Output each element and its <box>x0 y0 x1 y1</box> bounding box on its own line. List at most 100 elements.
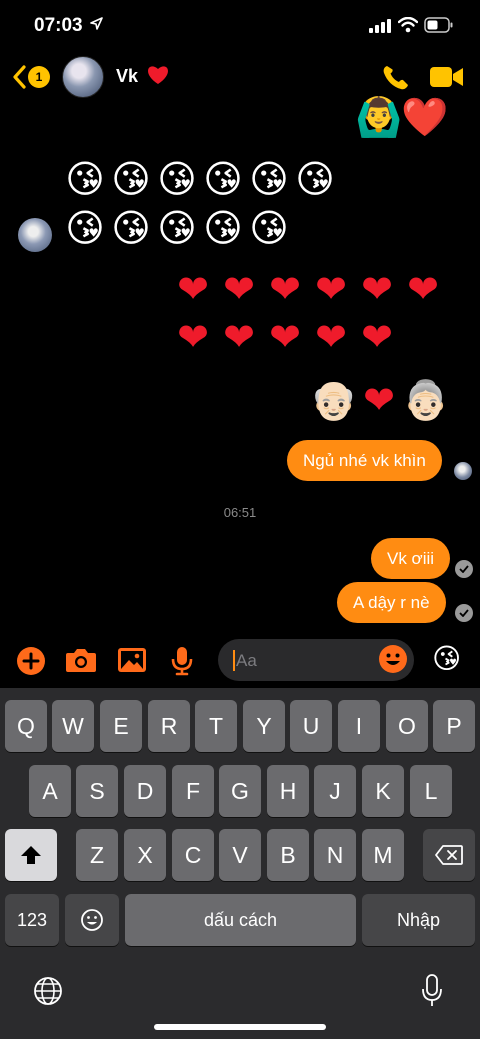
numbers-key[interactable]: 123 <box>5 894 59 946</box>
emoji-heart: ❤ <box>223 267 255 311</box>
unread-badge: 1 <box>28 66 50 88</box>
key-c[interactable]: C <box>172 829 214 881</box>
dictation-mic-icon[interactable] <box>421 974 443 1013</box>
emoji-kiss: 😘 <box>111 157 151 201</box>
message-input-placeholder: Aa <box>236 651 257 670</box>
contact-avatar[interactable] <box>62 56 104 98</box>
key-f[interactable]: F <box>172 765 214 817</box>
seen-avatar <box>454 462 472 480</box>
key-g[interactable]: G <box>219 765 261 817</box>
key-x[interactable]: X <box>124 829 166 881</box>
emoji-heart: ❤ <box>269 267 301 311</box>
key-k[interactable]: K <box>362 765 404 817</box>
chevron-left-icon <box>13 65 26 89</box>
quick-reaction-button[interactable]: 😘 <box>432 642 461 675</box>
message-emoji-row[interactable]: 😘 😘 😘 😘 😘 <box>62 206 292 250</box>
key-m[interactable]: M <box>362 829 404 881</box>
status-bar: 07:03 <box>0 0 480 52</box>
home-indicator <box>154 1024 326 1030</box>
delete-key[interactable] <box>423 829 475 881</box>
emoji-heart: ❤ <box>177 267 209 311</box>
key-n[interactable]: N <box>314 829 356 881</box>
emoji-key[interactable] <box>65 894 119 946</box>
key-d[interactable]: D <box>124 765 166 817</box>
key-s[interactable]: S <box>76 765 118 817</box>
message-composer: Aa 😘 <box>0 636 480 688</box>
emoji-picker-icon[interactable] <box>378 644 408 679</box>
key-q[interactable]: Q <box>5 700 47 752</box>
emoji-kiss: 😘 <box>157 206 197 250</box>
message-emoji-row[interactable]: ❤ ❤ ❤ ❤ ❤ ❤ <box>170 267 446 311</box>
key-v[interactable]: V <box>219 829 261 881</box>
delivered-check-icon <box>455 604 473 622</box>
shift-arrow-icon <box>21 846 41 864</box>
emoji-heart: ❤ <box>407 267 439 311</box>
shift-key[interactable] <box>5 829 57 881</box>
key-h[interactable]: H <box>267 765 309 817</box>
message-emoji-row[interactable]: 😘 😘 😘 😘 😘 😘 <box>62 157 338 201</box>
emoji-heart: ❤ <box>363 378 395 422</box>
key-p[interactable]: P <box>433 700 475 752</box>
microphone-icon[interactable] <box>171 646 193 681</box>
emoji-heart: ❤ <box>361 315 393 359</box>
key-w[interactable]: W <box>52 700 94 752</box>
key-r[interactable]: R <box>148 700 190 752</box>
emoji-heart: ❤ <box>361 267 393 311</box>
message-emoji-row[interactable]: ❤ ❤ ❤ ❤ ❤ <box>170 315 400 359</box>
phone-call-button[interactable] <box>381 63 411 96</box>
sender-avatar[interactable] <box>18 218 52 252</box>
emoji-kiss: 😘 <box>249 157 289 201</box>
message-input[interactable]: Aa <box>218 639 414 681</box>
return-key[interactable]: Nhập <box>362 894 475 946</box>
key-i[interactable]: I <box>338 700 380 752</box>
plus-icon[interactable] <box>16 646 46 681</box>
message-bubble[interactable]: Ngủ nhé vk khìn <box>287 440 442 481</box>
key-t[interactable]: T <box>195 700 237 752</box>
globe-icon[interactable] <box>33 976 63 1011</box>
emoji-heart: ❤ <box>315 267 347 311</box>
video-call-button[interactable] <box>430 66 464 93</box>
key-z[interactable]: Z <box>76 829 118 881</box>
space-key[interactable]: dấu cách <box>125 894 356 946</box>
emoji-heart: ❤️ <box>401 95 449 139</box>
message-emoji-row[interactable]: 🙆‍♂️❤️ <box>355 95 449 139</box>
emoji-kiss: 😘 <box>203 157 243 201</box>
key-u[interactable]: U <box>290 700 332 752</box>
message-emoji-row[interactable]: 👴🏻 ❤ 👵🏻 <box>310 378 450 422</box>
emoji-kiss: 😘 <box>249 206 289 250</box>
message-bubble[interactable]: A dậy r nè <box>337 582 446 623</box>
status-time: 07:03 <box>34 15 83 36</box>
key-b[interactable]: B <box>267 829 309 881</box>
key-y[interactable]: Y <box>243 700 285 752</box>
emoji-kiss: 😘 <box>295 157 335 201</box>
key-e[interactable]: E <box>100 700 142 752</box>
gallery-icon[interactable] <box>117 646 147 679</box>
emoji-kiss: 😘 <box>203 206 243 250</box>
message-bubble[interactable]: Vk ơiii <box>371 538 451 579</box>
emoji-old-woman: 👵🏻 <box>402 378 450 422</box>
back-button[interactable]: 1 <box>12 62 54 92</box>
emoji-kiss: 😘 <box>157 157 197 201</box>
emoji-kiss: 😘 <box>65 157 105 201</box>
battery-icon <box>424 17 454 38</box>
emoji-old-man: 👴🏻 <box>310 378 358 422</box>
emoji-kiss: 😘 <box>111 206 151 250</box>
emoji-face-icon <box>81 909 103 931</box>
text-caret <box>233 650 235 671</box>
key-l[interactable]: L <box>410 765 452 817</box>
key-j[interactable]: J <box>314 765 356 817</box>
emoji-man-gesturing: 🙆‍♂️ <box>355 95 403 139</box>
key-a[interactable]: A <box>29 765 71 817</box>
cellular-signal-icon <box>369 19 391 38</box>
delivered-check-icon <box>455 560 473 578</box>
wifi-icon <box>397 16 419 38</box>
camera-icon[interactable] <box>65 646 97 679</box>
emoji-heart: ❤ <box>269 315 301 359</box>
emoji-kiss: 😘 <box>65 206 105 250</box>
emoji-heart: ❤ <box>315 315 347 359</box>
key-o[interactable]: O <box>386 700 428 752</box>
contact-name[interactable]: Vk <box>116 66 138 87</box>
emoji-heart: ❤ <box>223 315 255 359</box>
heart-icon <box>147 65 169 90</box>
message-timestamp: 06:51 <box>223 505 257 520</box>
